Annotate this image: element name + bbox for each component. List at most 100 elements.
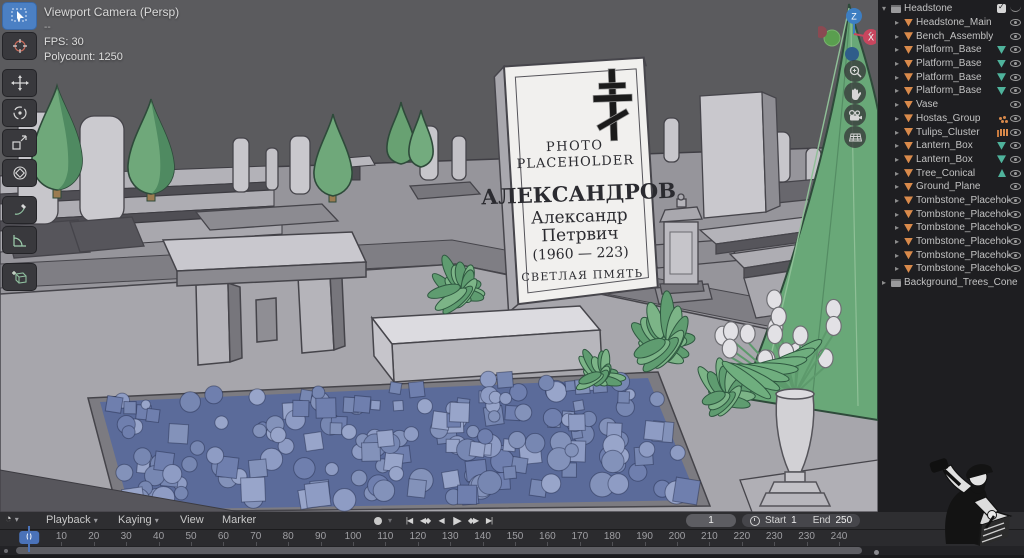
outliner-item[interactable]: ▸Tombstone_Placehok [878,221,1024,235]
select-box-tool[interactable] [2,2,37,30]
outliner-item[interactable]: ▸Headstone_Main [878,16,1024,30]
transform-tool[interactable] [2,159,37,187]
disclosure-arrow-icon[interactable]: ▸ [895,196,904,205]
move-tool[interactable] [2,69,37,97]
eye-icon[interactable] [1010,46,1021,53]
disclosure-arrow-icon[interactable]: ▸ [895,155,904,164]
outliner-collection[interactable]: ▸ Background_Trees_Cone [878,276,1024,290]
outliner-root-collection[interactable]: ▾ Headstone [878,2,1024,16]
menu-keying[interactable]: Kaying ▾ [118,514,159,526]
eye-icon[interactable] [1010,156,1021,163]
outliner-item[interactable]: ▸Bench_Assembly [878,29,1024,43]
eye-icon[interactable] [1010,87,1021,94]
eye-icon[interactable] [1010,265,1021,272]
eye-icon[interactable] [1010,252,1021,259]
outliner-item[interactable]: ▸Lantern_Box [878,139,1024,153]
outliner-item[interactable]: ▸Vase [878,98,1024,112]
scale-tool[interactable] [2,129,37,157]
disclosure-arrow-icon[interactable]: ▸ [895,59,904,68]
record-button[interactable] [374,517,382,525]
play-reverse-button[interactable]: ◀ [434,516,448,525]
eye-icon[interactable] [1010,19,1021,26]
disclosure-arrow-icon[interactable]: ▸ [895,86,904,95]
disclosure-arrow-icon[interactable]: ▸ [882,278,891,287]
disclosure-arrow-icon[interactable]: ▸ [895,141,904,150]
eye-icon[interactable] [1010,33,1021,40]
eye-icon[interactable] [1010,74,1021,81]
outliner-item[interactable]: ▸Tombstone_Placehok [878,194,1024,208]
outliner-item[interactable]: ▸Tombstone_Placehok [878,235,1024,249]
play-button[interactable]: ▶ [450,514,464,527]
outliner-item[interactable]: ▸Hostas_Group [878,112,1024,126]
grave-slab[interactable] [372,306,602,382]
current-frame-field[interactable]: 1 [686,514,736,527]
viewport-3d[interactable]: PHOTO PLACEHOLDER АЛЕКСАНДРОВ Александр … [0,0,879,512]
cursor-tool[interactable] [2,32,37,60]
disclosure-arrow-icon[interactable]: ▸ [895,169,904,178]
outliner-item[interactable]: ▸Tulips_Cluster [878,125,1024,139]
timeline-scrollbar[interactable] [16,547,862,554]
outliner-item[interactable]: ▸Tombstone_Placehok [878,262,1024,276]
disclosure-arrow-icon[interactable]: ▸ [895,18,904,27]
editor-type-button[interactable]: ◔ ▾ [5,513,39,525]
prev-keyframe-button[interactable]: ◀◆ [418,516,432,525]
eye-icon[interactable] [1010,224,1021,231]
annotate-tool[interactable] [2,196,37,224]
end-field[interactable]: 250 [835,515,852,526]
outliner-item[interactable]: ▸Tombstone_Placehok [878,207,1024,221]
eye-icon[interactable] [1010,170,1021,177]
zoom-button[interactable] [844,60,866,82]
disclosure-arrow-icon[interactable]: ▸ [895,45,904,54]
disclosure-arrow-icon[interactable]: ▸ [895,264,904,273]
eye-icon[interactable] [1010,115,1021,122]
start-field[interactable]: 1 [791,515,797,526]
menu-playback[interactable]: Playback ▾ [46,514,98,526]
eye-icon[interactable] [1010,142,1021,149]
eye-icon[interactable] [1010,197,1021,204]
outliner-item[interactable]: ▸Platform_Base [878,57,1024,71]
playhead-line[interactable] [28,526,30,552]
disclosure-arrow-icon[interactable]: ▾ [882,4,891,13]
disclosure-arrow-icon[interactable]: ▸ [895,73,904,82]
disclosure-arrow-icon[interactable]: ▸ [895,128,904,137]
menu-marker[interactable]: Marker [222,514,256,526]
keying-dropdown-icon[interactable]: ▾ [388,516,392,525]
toggle-perspective-button[interactable] [844,126,866,148]
disclosure-arrow-icon[interactable]: ▸ [895,237,904,246]
outliner-item[interactable]: ▸Tree_Conical [878,166,1024,180]
camera-view-button[interactable] [844,104,866,126]
disclosure-arrow-icon[interactable]: ▸ [895,223,904,232]
disclosure-arrow-icon[interactable]: ▸ [895,210,904,219]
outliner-item[interactable]: ▸Platform_Base [878,70,1024,84]
disclosure-arrow-icon[interactable]: ▸ [895,182,904,191]
rotate-tool[interactable] [2,99,37,127]
add-cube-tool[interactable] [2,263,37,291]
checkbox-icon[interactable] [997,4,1006,13]
frame-range-group: Start 1 End 250 [742,514,860,527]
eye-icon[interactable] [1010,101,1021,108]
outliner-item[interactable]: ▸Tombstone_Placehok [878,248,1024,262]
jump-to-end-button[interactable]: ▶| [482,516,496,525]
eye-icon[interactable] [1010,129,1021,136]
eye-icon[interactable] [1010,238,1021,245]
outliner-item[interactable]: ▸Ground_Plane [878,180,1024,194]
disclosure-arrow-icon[interactable]: ▸ [895,114,904,123]
timeline-ruler[interactable]: 0102030405060708090100110120130140150160… [0,530,1024,546]
outliner-item[interactable]: ▸Lantern_Box [878,153,1024,167]
jump-to-start-button[interactable]: |◀ [402,516,416,525]
disclosure-arrow-icon[interactable]: ▸ [895,32,904,41]
pan-hand-button[interactable] [844,82,866,104]
outliner-item[interactable]: ▸Platform_Base [878,43,1024,57]
eye-icon[interactable] [1010,60,1021,67]
axis-z-negative[interactable] [845,47,859,61]
eye-icon[interactable] [1010,183,1021,190]
disclosure-arrow-icon[interactable]: ▸ [895,251,904,260]
next-keyframe-button[interactable]: ◆▶ [466,516,480,525]
menu-view[interactable]: View [180,514,204,526]
disclosure-arrow-icon[interactable]: ▸ [895,100,904,109]
sidebar-collapse-arrow[interactable]: ‹ [868,26,872,41]
eye-icon[interactable] [1010,211,1021,218]
measure-tool[interactable] [2,226,37,254]
outliner-item[interactable]: ▸Platform_Base [878,84,1024,98]
eye-closed-icon[interactable] [1010,5,1021,12]
